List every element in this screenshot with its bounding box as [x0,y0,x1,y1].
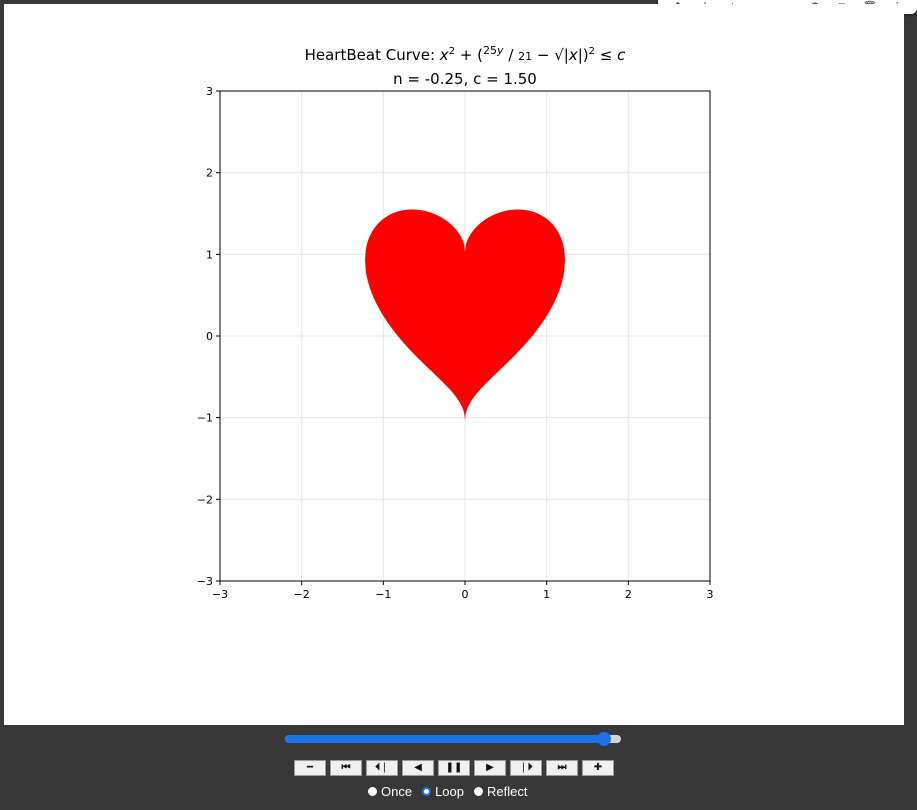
animation-controls: ━ ⏮ ⏴❘ ◀ ❚❚ ▶ ❘⏵ ⏭ ✚ Once Loop Reflect [0,725,917,810]
playback-buttons: ━ ⏮ ⏴❘ ◀ ❚❚ ▶ ❘⏵ ⏭ ✚ [294,760,614,776]
decrease-speed-button[interactable]: ━ [294,760,326,776]
x-tick-label: −2 [294,588,310,601]
figure-title: HeartBeat Curve: x2 + (25y ∕ 21 − √|x|)2… [305,44,627,64]
frame-slider[interactable] [285,732,621,746]
y-tick-label: −3 [197,575,213,588]
play-reverse-button[interactable]: ◀ [402,760,434,776]
x-tick-label: −3 [212,588,228,601]
x-tick-label: 2 [625,588,632,601]
y-tick-label: −1 [197,412,213,425]
mode-option-loop[interactable]: Loop [422,784,464,799]
radio-label: Once [381,783,413,799]
y-tick-label: 0 [206,330,213,343]
radio-button[interactable] [368,786,377,796]
radio-button[interactable] [474,786,483,796]
pause-button[interactable]: ❚❚ [438,760,470,776]
radio-label: Loop [435,783,464,799]
first-frame-button[interactable]: ⏮ [330,760,362,776]
figure-canvas: −3 −3 −2 −2 −1 −1 0 0 1 1 2 2 3 3 HeartBeat Curve: x2… [4,4,904,725]
slider-fill [285,735,605,743]
y-tick-label: 3 [206,85,213,98]
x-tick-label: 3 [707,588,714,601]
heart-figure: −3−3 −2 −2 −1 −1 0 0 1 1 2 2 3 3 HeartBeat Curve: x2… [197,44,714,601]
step-forward-button[interactable]: ❘⏵ [510,760,542,776]
mode-option-reflect[interactable]: Reflect [474,784,527,799]
play-button[interactable]: ▶ [474,760,506,776]
y-tick-label: −2 [197,493,213,506]
x-tick-label: 0 [462,588,469,601]
step-back-button[interactable]: ⏴❘ [366,760,398,776]
mode-option-once[interactable]: Once [368,784,412,799]
x-tick-label: −1 [375,588,391,601]
increase-speed-button[interactable]: ✚ [582,760,614,776]
figure-subtitle: n = -0.25, c = 1.50 [393,70,537,88]
y-tick-label: 2 [206,167,213,180]
radio-button[interactable] [422,786,432,796]
slider-thumb[interactable] [597,732,612,746]
x-tick-label: 1 [543,588,550,601]
last-frame-button[interactable]: ⏭ [546,760,578,776]
y-tick-label: 1 [206,248,213,261]
radio-label: Reflect [487,783,528,799]
loop-mode-options: Once Loop Reflect [368,783,527,799]
